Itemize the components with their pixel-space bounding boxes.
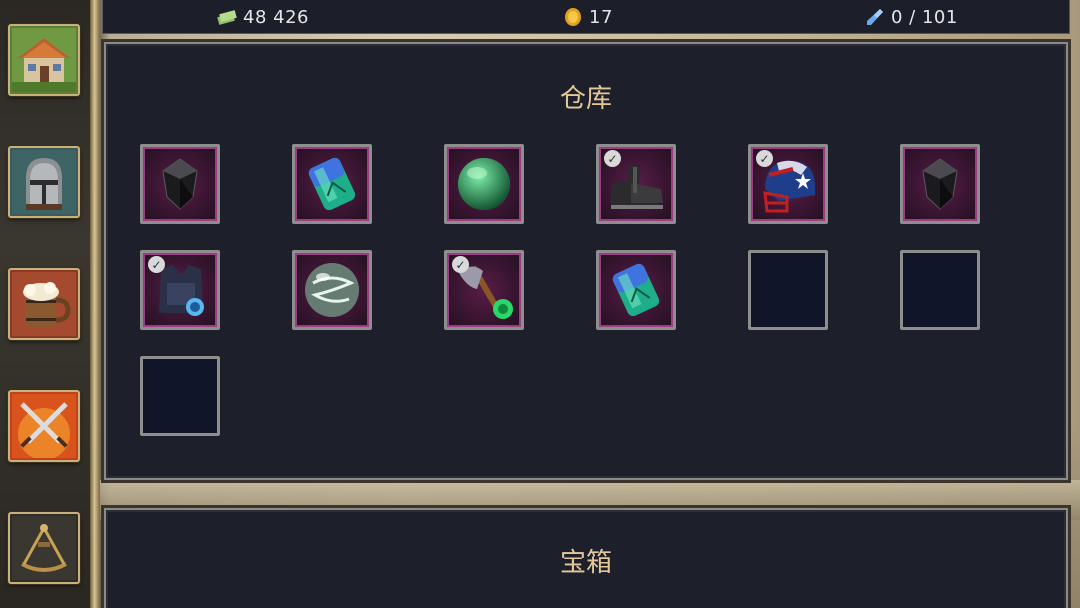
inventory-slot-football-helmet[interactable]: ✓ — [748, 144, 828, 224]
house-icon — [12, 28, 76, 92]
cash-value: 48 426 — [243, 6, 309, 28]
crystal-counter: 0 / 101 — [865, 5, 958, 29]
cash-icon — [217, 10, 237, 25]
black-crystal-icon — [922, 158, 958, 210]
sidebar-item-battle[interactable] — [8, 390, 80, 462]
left-sidebar — [0, 0, 100, 608]
warehouse-title: 仓库 — [559, 84, 612, 114]
gold-value: 17 — [589, 6, 613, 28]
sidebar-item-house[interactable] — [8, 24, 80, 96]
equipped-check-icon: ✓ — [756, 150, 773, 167]
inventory-slot-empty[interactable] — [900, 250, 980, 330]
crystal-icon — [867, 9, 883, 25]
black-crystal-icon — [162, 158, 198, 210]
gold-counter: 17 — [563, 5, 613, 29]
inventory-slot-green-gem[interactable] — [596, 250, 676, 330]
chest-title: 宝箱 — [559, 548, 612, 578]
crossed-swords-icon — [12, 394, 76, 458]
green-gem-icon — [612, 263, 660, 317]
inventory-slot-black-crystal[interactable] — [140, 144, 220, 224]
sidebar-item-knight-helmet[interactable] — [8, 146, 80, 218]
equipped-check-icon: ✓ — [452, 256, 469, 273]
inventory-slot-axe[interactable]: ✓ — [444, 250, 524, 330]
green-gem-icon — [308, 157, 356, 211]
inventory-slot-storm-orb[interactable] — [292, 250, 372, 330]
knight-helmet-icon — [12, 150, 76, 214]
sextant-icon — [12, 516, 76, 580]
sidebar-item-tavern[interactable] — [8, 268, 80, 340]
inventory-slot-empty[interactable] — [140, 356, 220, 436]
sidebar-divider — [90, 0, 100, 608]
storm-orb-icon — [305, 263, 359, 317]
chest-panel: 宝箱 — [104, 508, 1068, 608]
inventory-slot-green-gem[interactable] — [292, 144, 372, 224]
equipped-check-icon: ✓ — [604, 150, 621, 167]
inventory-slot-empty[interactable] — [748, 250, 828, 330]
gold-coin-icon — [565, 8, 581, 26]
inventory-slot-black-crystal[interactable] — [900, 144, 980, 224]
crystal-value: 0 / 101 — [891, 6, 958, 28]
inventory-slot-green-orb[interactable] — [444, 144, 524, 224]
equipped-check-icon: ✓ — [148, 256, 165, 273]
sidebar-item-expedition[interactable] — [8, 512, 80, 584]
cash-counter: 48 426 — [217, 5, 309, 29]
inventory-slot-boots[interactable]: ✓ — [596, 144, 676, 224]
green-orb-icon — [458, 158, 510, 210]
inventory-slot-vest[interactable]: ✓ — [140, 250, 220, 330]
beer-mug-icon — [12, 272, 76, 336]
resource-bar: 48 426 17 0 / 101 — [102, 0, 1070, 34]
